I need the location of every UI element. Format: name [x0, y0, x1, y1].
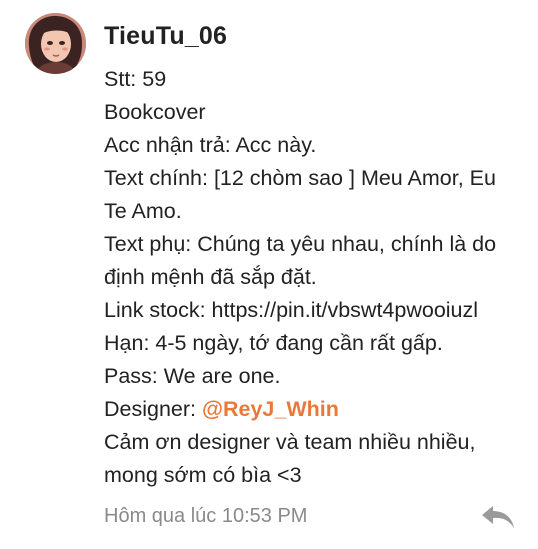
line-designer: Designer: @ReyJ_Whin [104, 393, 534, 426]
designer-label: Designer: [104, 397, 202, 421]
reply-button[interactable] [478, 500, 518, 534]
line-thanks-2: mong sớm có bìa <3 [104, 463, 302, 487]
line-deadline: Hạn: 4-5 ngày, tớ đang cần rất gấp. [104, 331, 443, 355]
avatar-image [25, 13, 86, 74]
line-text-sub-2: định mệnh đã sắp đặt. [104, 265, 317, 289]
line-thanks-1: Cảm ơn designer và team nhiều nhiều, [104, 430, 476, 454]
line-pass: Pass: We are one. [104, 364, 281, 388]
reply-arrow-icon [482, 506, 514, 528]
avatar[interactable] [25, 13, 86, 74]
line-type: Bookcover [104, 100, 206, 124]
line-link: Link stock: https://pin.it/vbswt4pwooiuz… [104, 298, 479, 322]
comment-body: Stt: 59 Bookcover Acc nhận trả: Acc này.… [104, 63, 534, 492]
username[interactable]: TieuTu_06 [104, 22, 227, 51]
line-stt: Stt: 59 [104, 67, 167, 91]
line-text-main-1: Text chính: [12 chòm sao ] Meu Amor, Eu [104, 166, 496, 190]
timestamp: Hôm qua lúc 10:53 PM [104, 505, 308, 527]
comment-card: TieuTu_06 Stt: 59 Bookcover Acc nhận trả… [0, 0, 538, 549]
line-text-sub-1: Text phụ: Chúng ta yêu nhau, chính là do [104, 232, 497, 256]
line-acc: Acc nhận trả: Acc này. [104, 133, 317, 157]
designer-mention[interactable]: @ReyJ_Whin [202, 397, 339, 421]
line-text-main-2: Te Amo. [104, 199, 182, 223]
